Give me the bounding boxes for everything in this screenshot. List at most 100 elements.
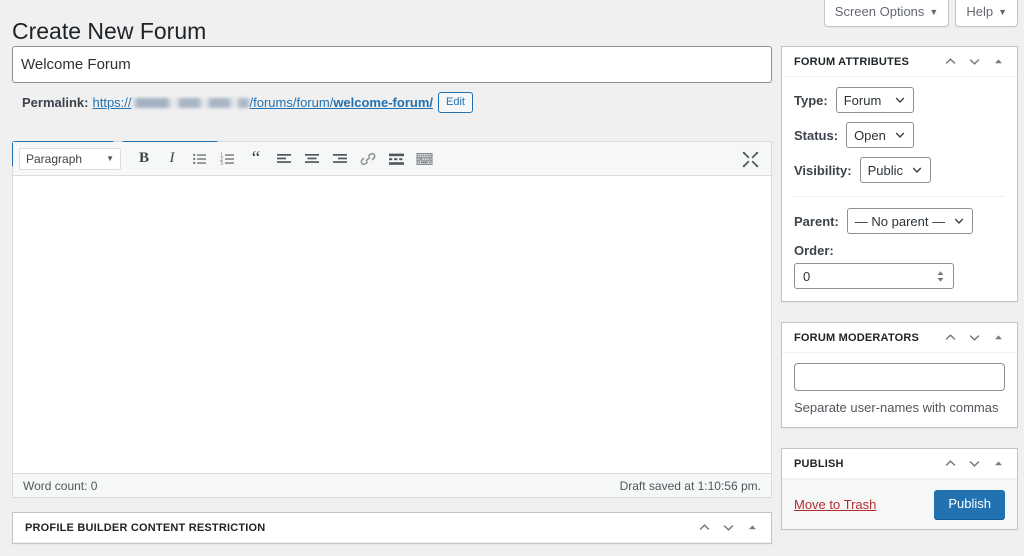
distraction-free-icon[interactable] [739, 148, 761, 170]
editor-container: Paragraph ▼ B I 1 2 3 [12, 141, 772, 498]
insert-link-icon[interactable] [357, 148, 379, 170]
chevron-down-icon: ▼ [998, 7, 1007, 17]
align-left-icon[interactable] [273, 148, 295, 170]
page-title: Create New Forum [12, 8, 206, 51]
screen-options-button[interactable]: Screen Options ▼ [824, 0, 950, 27]
chevron-down-icon [953, 215, 965, 227]
align-right-icon[interactable] [329, 148, 351, 170]
forum-visibility-value: Public [868, 163, 903, 178]
forum-type-label: Type: [794, 93, 828, 108]
publish-button[interactable]: Publish [934, 490, 1005, 519]
forum-status-row: Status: Open [794, 122, 1005, 148]
draft-saved-status: Draft saved at 1:10:56 pm. [620, 479, 761, 493]
forum-moderators-box: FORUM MODERATORS Separate user-names wit… [781, 322, 1018, 428]
move-to-trash-link[interactable]: Move to Trash [794, 497, 876, 512]
number-stepper-icon[interactable] [936, 270, 945, 283]
forum-moderators-title: FORUM MODERATORS [794, 332, 919, 344]
editor-status-bar: Word count: 0 Draft saved at 1:10:56 pm. [13, 473, 771, 497]
forum-type-select[interactable]: Forum [836, 87, 914, 113]
move-up-icon[interactable] [943, 457, 957, 471]
chevron-down-icon: ▼ [106, 154, 114, 163]
forum-attributes-body: Type: Forum Status: Open Visibility: Pub… [782, 77, 1017, 301]
permalink-protocol: https:// [92, 94, 131, 112]
permalink-label: Permalink: [22, 94, 88, 112]
forum-visibility-label: Visibility: [794, 163, 852, 178]
postbox-handle-actions [697, 521, 759, 535]
permalink-slug: welcome-forum/ [333, 94, 433, 112]
attributes-divider [794, 196, 1005, 197]
forum-visibility-select[interactable]: Public [860, 157, 931, 183]
move-down-icon[interactable] [967, 331, 981, 345]
sidebar-postbox-container: FORUM ATTRIBUTES Type: Forum [781, 46, 1018, 550]
blockquote-icon[interactable]: “ [245, 148, 267, 170]
permalink-row: Permalink: https:// /forums/forum/welcome… [22, 92, 772, 113]
help-label: Help [966, 4, 993, 19]
move-down-icon[interactable] [721, 521, 735, 535]
toolbar-toggle-icon[interactable] [413, 148, 435, 170]
postbox-handle-actions [943, 331, 1005, 345]
paragraph-format-value: Paragraph [26, 152, 82, 166]
help-button[interactable]: Help ▼ [955, 0, 1018, 27]
editor-toolbar: Paragraph ▼ B I 1 2 3 [13, 142, 771, 176]
forum-type-value: Forum [844, 93, 882, 108]
chevron-down-icon [911, 164, 923, 176]
forum-order-label: Order: [794, 243, 1005, 258]
chevron-down-icon [894, 94, 906, 106]
forum-parent-value: — No parent — [855, 214, 945, 229]
toggle-panel-icon[interactable] [745, 521, 759, 535]
bold-icon[interactable]: B [133, 148, 155, 170]
publish-box: PUBLISH Move to Trash Publish [781, 448, 1018, 530]
move-down-icon[interactable] [967, 457, 981, 471]
forum-parent-select[interactable]: — No parent — [847, 208, 973, 234]
post-title-input[interactable] [12, 46, 772, 83]
forum-parent-row: Parent: — No parent — [794, 208, 1005, 234]
forum-status-label: Status: [794, 128, 838, 143]
forum-visibility-row: Visibility: Public [794, 157, 1005, 183]
screen-meta-links: Screen Options ▼ Help ▼ [824, 0, 1018, 27]
editor-wrapper: Add Media Add Form Visu [12, 141, 772, 498]
forum-parent-label: Parent: [794, 214, 839, 229]
svg-text:3: 3 [220, 161, 223, 167]
word-count: Word count: 0 [23, 479, 97, 493]
postbox-handle-actions [943, 55, 1005, 69]
insert-read-more-icon[interactable] [385, 148, 407, 170]
forum-status-select[interactable]: Open [846, 122, 914, 148]
chevron-down-icon: ▼ [929, 7, 938, 17]
publish-actions: Move to Trash Publish [782, 479, 1017, 529]
post-body-content: Permalink: https:// /forums/forum/welcome… [12, 46, 772, 544]
move-up-icon[interactable] [697, 521, 711, 535]
forum-moderators-header[interactable]: FORUM MODERATORS [782, 323, 1017, 353]
forum-moderators-body: Separate user-names with commas [782, 353, 1017, 427]
postbox-header[interactable]: PROFILE BUILDER CONTENT RESTRICTION [13, 513, 771, 543]
toggle-panel-icon[interactable] [991, 457, 1005, 471]
forum-attributes-header[interactable]: FORUM ATTRIBUTES [782, 47, 1017, 77]
numbered-list-icon[interactable]: 1 2 3 [217, 148, 239, 170]
move-up-icon[interactable] [943, 331, 957, 345]
postbox-title: PROFILE BUILDER CONTENT RESTRICTION [25, 522, 265, 534]
toggle-panel-icon[interactable] [991, 55, 1005, 69]
forum-order-input[interactable]: 0 [794, 263, 954, 289]
forum-moderators-input[interactable] [794, 363, 1005, 391]
profile-builder-content-restriction-box: PROFILE BUILDER CONTENT RESTRICTION [12, 512, 772, 544]
italic-icon[interactable]: I [161, 148, 183, 170]
toggle-panel-icon[interactable] [991, 331, 1005, 345]
edit-permalink-button[interactable]: Edit [438, 92, 473, 113]
publish-header[interactable]: PUBLISH [782, 449, 1017, 479]
permalink-path: /forums/forum/ [250, 94, 334, 112]
paragraph-format-select[interactable]: Paragraph ▼ [19, 148, 121, 170]
forum-status-value: Open [854, 128, 886, 143]
permalink-link[interactable]: https:// /forums/forum/welcome-forum/ [92, 94, 433, 112]
bulleted-list-icon[interactable] [189, 148, 211, 170]
screen-options-label: Screen Options [835, 4, 925, 19]
editor-content-area[interactable] [13, 176, 771, 473]
postbox-handle-actions [943, 457, 1005, 471]
permalink-domain-redacted [132, 98, 250, 108]
move-down-icon[interactable] [967, 55, 981, 69]
chevron-down-icon [894, 129, 906, 141]
move-up-icon[interactable] [943, 55, 957, 69]
align-center-icon[interactable] [301, 148, 323, 170]
forum-attributes-box: FORUM ATTRIBUTES Type: Forum [781, 46, 1018, 302]
forum-type-row: Type: Forum [794, 87, 1005, 113]
publish-title: PUBLISH [794, 458, 844, 470]
forum-moderators-help: Separate user-names with commas [794, 400, 1005, 415]
